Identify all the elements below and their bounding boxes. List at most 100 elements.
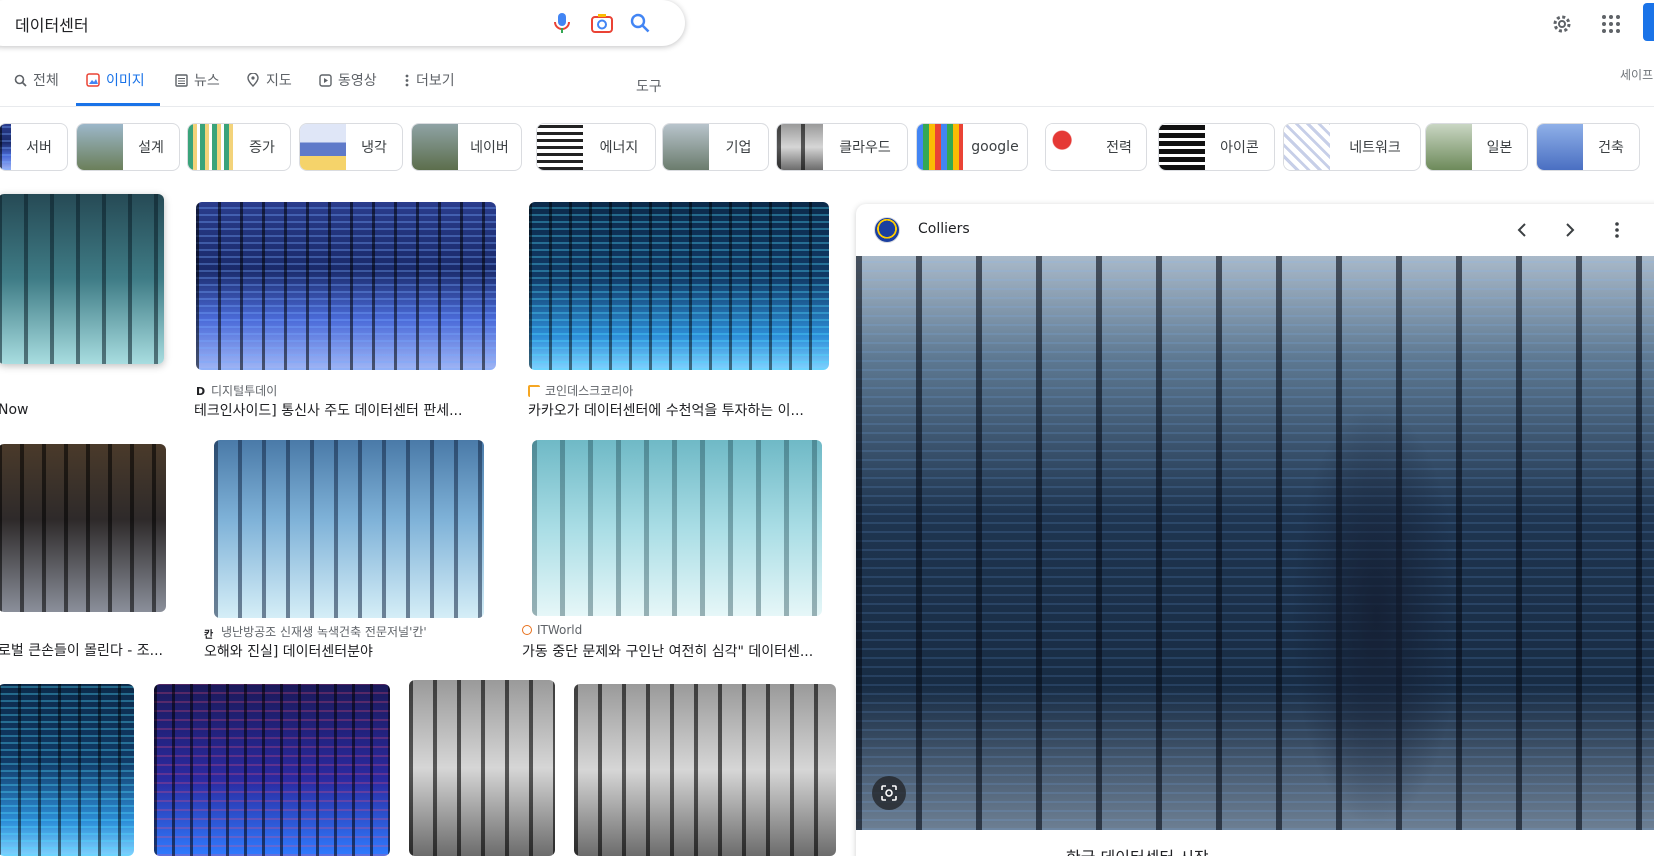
image-result-r3c2[interactable] [154,684,390,856]
result-title: 테크인사이드] 통신사 주도 데이터센터 판세... [194,403,463,419]
chip-thumbnail [917,124,963,170]
tab-label: 지도 [266,73,292,89]
chip-thumbnail [1537,124,1583,170]
search-bar[interactable]: 데이터센터 [0,0,685,46]
chip-thumbnail [1046,124,1092,170]
preview-title[interactable]: 한국 데이터센터 시장 [1066,844,1209,856]
sign-in-button[interactable] [1643,3,1654,41]
image-result-r2c2[interactable]: 칸 냉난방공조 신재생 녹색건축 전문저널'칸' 오해와 진실] 데이터센터분야 [204,440,504,664]
chip-design[interactable]: 설계 [76,123,180,171]
chip-thumbnail [300,124,346,170]
header-divider [0,106,1654,107]
chip-label: 클라우드 [839,140,891,156]
chip-thumbnail [777,124,823,170]
chip-label: 증가 [249,140,275,156]
chip-label: 냉각 [361,140,387,156]
search-input[interactable]: 데이터센터 [15,12,89,36]
source-name: 디지털투데이 [211,384,278,398]
chevron-right-icon[interactable] [1556,216,1584,244]
chip-cloud[interactable]: 클라우드 [776,123,908,171]
preview-image[interactable] [856,256,1654,830]
chip-company[interactable]: 기업 [662,123,769,171]
tab-more[interactable]: 더보기 [404,70,455,106]
chip-thumbnail [0,124,11,170]
result-title: 가동 중단 문제와 구인난 여전히 심각" 데이터센... [522,644,814,660]
microphone-icon[interactable] [548,9,576,37]
chip-cooling[interactable]: 냉각 [299,123,403,171]
chip-icon[interactable]: 아이콘 [1158,123,1275,171]
map-pin-icon [246,73,260,87]
chip-thumbnail [1159,124,1205,170]
search-tabs: 전체 이미지 뉴스 지도 동영상 더보기 [0,70,1654,106]
source-name: 코인데스크코리아 [545,384,634,398]
tab-news[interactable]: 뉴스 [174,70,220,106]
image-result-r1c2[interactable]: D 디지털투데이 테크인사이드] 통신사 주도 데이터센터 판세... [194,202,496,422]
chip-label: 에너지 [599,140,639,156]
chip-thumbnail [77,124,123,170]
image-result-r2c3[interactable]: ITWorld 가동 중단 문제와 구인난 여전히 심각" 데이터센... [522,440,832,664]
source-name: 냉난방공조 신재생 녹색건축 전문저널'칸' [221,625,427,639]
news-icon [174,73,188,87]
source-favicon-icon [522,625,532,635]
apps-grid-icon[interactable] [1597,10,1625,38]
chip-label: 기업 [725,140,752,156]
search-icon[interactable] [626,9,654,37]
chip-label: 전력 [1106,140,1132,156]
chip-naver[interactable]: 네이버 [411,123,522,171]
result-thumbnail [529,202,829,370]
tab-all[interactable]: 전체 [13,70,59,106]
tab-images[interactable]: 이미지 [76,70,160,106]
result-source: 코인데스크코리아 [528,382,633,399]
google-images-page: 데이터센터 전체 이미지 뉴스 지도 동영상 더보기 도구 세이프 서버 설계 … [0,0,1654,856]
result-title: 오해와 진실] 데이터센터분야 [204,644,373,660]
chip-google[interactable]: google [916,123,1028,171]
tab-label: 더보기 [416,73,455,89]
chip-thumbnail [412,124,458,170]
chip-architecture[interactable]: 건축 [1536,123,1640,171]
image-result-r3c1[interactable] [0,684,134,856]
tab-label: 전체 [33,73,59,89]
chip-japan[interactable]: 일본 [1425,123,1528,171]
chip-label: 일본 [1486,140,1513,156]
safe-search-label[interactable]: 세이프 [1620,66,1653,83]
image-result-r3c3[interactable] [409,680,555,856]
camera-lens-icon[interactable] [588,9,616,37]
chip-label: 네트워크 [1349,140,1401,156]
chip-thumbnail [537,124,583,170]
settings-gear-icon[interactable] [1548,10,1576,38]
tab-videos[interactable]: 동영상 [318,70,377,106]
result-source: ITWorld [522,623,582,637]
chip-energy[interactable]: 에너지 [536,123,656,171]
source-favicon-icon: D [196,384,206,398]
result-thumbnail [196,202,496,370]
site-logo-icon [874,217,900,243]
chip-thumbnail [188,124,234,170]
chevron-left-icon[interactable] [1508,216,1536,244]
tools-button[interactable]: 도구 [636,76,662,96]
chip-label: 서버 [26,140,52,156]
chip-thumbnail [1284,124,1330,170]
result-source: D 디지털투데이 [196,382,277,399]
preview-site-name[interactable]: Colliers [918,221,970,237]
tab-maps[interactable]: 지도 [246,70,292,106]
search-icon [13,73,27,87]
chip-label: 설계 [138,140,164,156]
result-thumbnail [409,680,555,856]
image-result-r1c3[interactable]: 코인데스크코리아 카카오가 데이터센터에 수천억을 투자하는 이... [528,202,830,422]
image-result-r2c1[interactable]: 로벌 큰손들이 몰린다 - 조... [0,442,178,664]
result-thumbnail [0,684,134,856]
chip-power[interactable]: 전력 [1045,123,1147,171]
result-thumbnail [0,194,164,364]
chip-server[interactable]: 서버 [0,123,68,171]
source-favicon-icon: 칸 [204,629,214,641]
chip-increase[interactable]: 증가 [187,123,291,171]
result-source: 칸 냉난방공조 신재생 녹색건축 전문저널'칸' [204,623,427,641]
chip-network[interactable]: 네트워크 [1283,123,1421,171]
image-result-r1c1[interactable]: Now [0,194,168,424]
result-title: Now [0,402,29,418]
image-preview-panel: Colliers 한국 데이터센터 시장 [856,204,1654,856]
more-vert-icon[interactable] [1603,216,1631,244]
image-result-r3c4[interactable] [574,684,836,856]
tab-label: 이미지 [106,73,145,89]
google-lens-icon[interactable] [872,776,906,810]
